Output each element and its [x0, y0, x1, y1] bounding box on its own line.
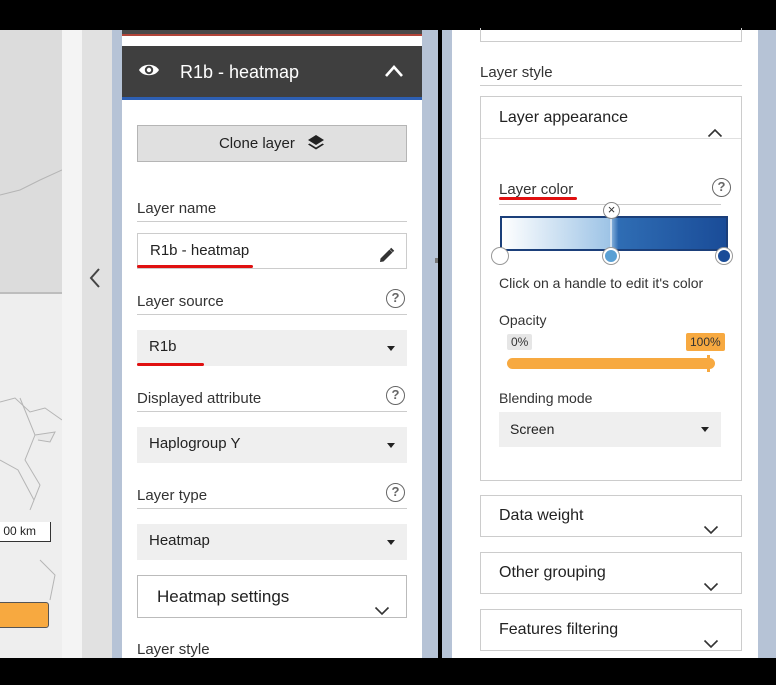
layer-panel-right: Layer style Layer appearance Layer color… — [442, 28, 776, 658]
heatmap-settings-label: Heatmap settings — [157, 587, 290, 606]
opacity-label: Opacity — [499, 312, 547, 328]
layer-header[interactable]: R1b - heatmap — [122, 46, 422, 100]
eye-icon[interactable] — [138, 62, 160, 83]
blending-mode-label: Blending mode — [499, 390, 593, 406]
previous-layer-header-edge — [122, 30, 422, 36]
help-icon[interactable]: ? — [386, 483, 405, 502]
opacity-slider-handle[interactable] — [707, 355, 710, 372]
layer-name-input[interactable]: R1b - heatmap — [137, 233, 407, 269]
chevron-down-icon — [703, 625, 719, 665]
layer-style-heading: Layer style — [480, 64, 742, 86]
sidebar-toggle-strip — [82, 30, 112, 658]
caret-down-icon — [701, 427, 709, 432]
opacity-min-label: 0% — [507, 334, 533, 350]
chevron-down-icon — [703, 568, 719, 608]
resize-handle[interactable] — [435, 258, 438, 263]
layer-name-label-text: Layer name — [137, 200, 217, 217]
map-legend-swatch[interactable] — [0, 602, 49, 628]
displayed-attribute-value: Haplogroup Y — [149, 435, 241, 452]
chevron-up-icon — [707, 113, 723, 155]
layer-source-select[interactable]: R1b — [137, 330, 407, 366]
gradient-handle-end[interactable] — [716, 248, 732, 264]
layer-name-value: R1b - heatmap — [150, 242, 250, 259]
layer-type-label: Layer type ? — [137, 483, 407, 509]
clone-layer-button[interactable]: Clone layer — [137, 125, 407, 162]
other-grouping-accordion[interactable]: Other grouping — [480, 552, 742, 594]
layer-source-label-text: Layer source — [137, 293, 224, 310]
blending-mode-select[interactable]: Screen — [499, 412, 721, 447]
features-filtering-label: Features filtering — [499, 621, 619, 638]
layer-appearance-header[interactable]: Layer appearance — [481, 97, 741, 139]
map-borders — [0, 169, 62, 601]
help-icon[interactable]: ? — [386, 386, 405, 405]
layer-source-value: R1b — [149, 338, 177, 355]
layer-appearance-section: Layer appearance Layer color ? × Click o… — [480, 96, 742, 481]
layer-header-title: R1b - heatmap — [180, 62, 300, 82]
map-scale-bar: 00 km — [0, 522, 51, 542]
annotation-underline — [499, 197, 577, 200]
chevron-left-icon[interactable] — [88, 267, 102, 295]
data-weight-accordion[interactable]: Data weight — [480, 495, 742, 537]
layer-source-label: Layer source ? — [137, 289, 407, 315]
heatmap-settings-accordion[interactable]: Heatmap settings — [137, 575, 407, 618]
chevron-down-icon — [374, 590, 390, 631]
layer-type-select[interactable]: Heatmap — [137, 524, 407, 560]
layer-panel-left: R1b - heatmap Clone layer Layer name R1b… — [112, 30, 438, 658]
help-icon[interactable]: ? — [386, 289, 405, 308]
chevron-up-icon[interactable] — [384, 64, 404, 83]
displayed-attribute-label-text: Displayed attribute — [137, 390, 262, 407]
map-gutter — [62, 30, 82, 658]
layer-type-value: Heatmap — [149, 532, 210, 549]
help-icon[interactable]: ? — [712, 178, 731, 197]
layer-color-label-text: Layer color — [499, 181, 574, 198]
blending-mode-value: Screen — [510, 421, 555, 437]
opacity-slider[interactable] — [507, 358, 715, 369]
layer-panel-left-content: R1b - heatmap Clone layer Layer name R1b… — [122, 30, 422, 658]
gradient-hint-text: Click on a handle to edit it's color — [499, 275, 704, 291]
layer-panel-right-content: Layer style Layer appearance Layer color… — [452, 28, 758, 658]
annotation-underline — [137, 363, 204, 366]
map-canvas[interactable]: 00 km — [0, 30, 62, 658]
gradient-stop-line — [610, 216, 612, 251]
caret-down-icon — [387, 540, 395, 545]
pencil-icon[interactable] — [378, 243, 395, 277]
opacity-max-label: 100% — [686, 333, 725, 351]
close-icon[interactable]: × — [603, 202, 620, 219]
caret-down-icon — [387, 443, 395, 448]
clone-layer-label: Clone layer — [218, 135, 295, 152]
gradient-handle-mid[interactable] — [603, 248, 619, 264]
displayed-attribute-label: Displayed attribute ? — [137, 386, 407, 412]
data-weight-label: Data weight — [499, 507, 584, 524]
displayed-attribute-select[interactable]: Haplogroup Y — [137, 427, 407, 463]
previous-section-box — [480, 28, 742, 42]
caret-down-icon — [387, 346, 395, 351]
layer-appearance-title: Layer appearance — [499, 109, 628, 126]
layer-type-label-text: Layer type — [137, 487, 208, 504]
gradient-handle-start[interactable] — [492, 248, 508, 264]
layer-name-label: Layer name — [137, 200, 407, 222]
chevron-down-icon — [703, 511, 719, 551]
annotation-underline — [137, 265, 253, 268]
features-filtering-accordion[interactable]: Features filtering — [480, 609, 742, 651]
other-grouping-label: Other grouping — [499, 564, 606, 581]
color-gradient-bar[interactable] — [500, 216, 728, 251]
layers-icon — [308, 135, 325, 150]
layer-style-heading: Layer style — [137, 641, 210, 658]
